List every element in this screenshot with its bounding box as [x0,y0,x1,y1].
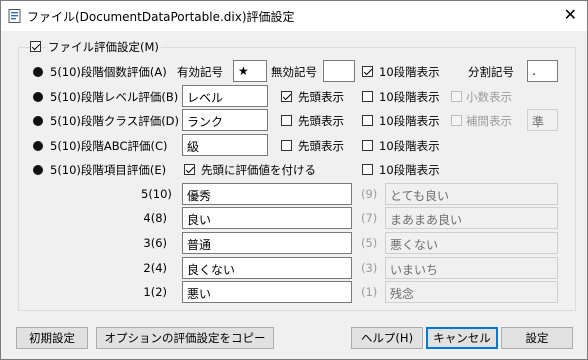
abc-name-input[interactable]: 級 [182,134,268,156]
item-value-input[interactable]: 良くない [182,257,352,279]
item-alt-level-label: (7) [361,211,378,225]
row-c-label: 5(10)段階ABC評価(C) [50,139,168,153]
item-value-input[interactable]: 普通 [182,232,352,254]
interpolation-display-label: 補間表示 [466,114,512,128]
item-alt-level-label: (9) [361,187,378,201]
item-level-label: 4(8) [143,211,167,225]
row-e-bullet [33,165,43,175]
file-rating-checkbox[interactable] [30,41,41,52]
row-b-label: 5(10)段階レベル評価(B) [50,90,179,104]
item-value-input[interactable]: 良い [182,207,352,229]
item-alt-value-input[interactable]: いまいち [385,257,558,279]
row-d-bullet [33,116,43,126]
row-b-bullet [33,92,43,102]
file-rating-label: ファイル評価設定(M) [46,39,161,55]
close-icon[interactable]: ✕ [564,5,577,24]
interpolation-symbol-input[interactable]: 準 [527,109,558,131]
row-e-label: 5(10)段階項目評価(E) [50,163,167,177]
row-b-ten-step-checkbox[interactable] [362,91,373,102]
item-alt-value-input[interactable]: 残念 [385,281,558,303]
row-b-prefix-checkbox[interactable] [281,91,292,102]
item-alt-level-label: (1) [361,285,378,299]
row-c-bullet [33,141,43,151]
row-e-ten-step-checkbox[interactable] [362,164,373,175]
item-alt-value-input[interactable]: まあまあ良い [385,207,558,229]
item-alt-value-input[interactable]: 悪くない [385,232,558,254]
row-a-label: 5(10)段階個数評価(A) [50,65,167,79]
help-button[interactable]: ヘルプ(H) [351,327,423,349]
item-alt-level-label: (3) [361,261,378,275]
row-a-bullet [33,67,43,77]
item-level-label: 5(10) [141,187,172,201]
cancel-button[interactable]: キャンセル [426,327,498,349]
valid-symbol-input[interactable]: ★ [233,60,267,82]
reset-button[interactable]: 初期設定 [16,327,88,349]
class-name-input[interactable]: ランク [182,109,268,131]
row-b-prefix-label: 先頭表示 [298,90,344,104]
row-e-prefix-checkbox[interactable] [184,164,195,175]
row-d-ten-step-checkbox[interactable] [362,115,373,126]
item-alt-value-input[interactable]: とても良い [385,183,558,205]
row-b-ten-step-label: 10段階表示 [379,90,440,104]
row-d-prefix-label: 先頭表示 [298,114,344,128]
item-value-input[interactable]: 悪い [182,281,352,303]
item-value-input[interactable]: 優秀 [182,183,352,205]
invalid-symbol-label: 無効記号 [271,65,317,79]
ok-button[interactable]: 設定 [501,327,573,349]
row-d-ten-step-label: 10段階表示 [379,114,440,128]
item-alt-level-label: (5) [361,236,378,250]
split-symbol-input[interactable]: . [527,60,558,82]
level-name-input[interactable]: レベル [182,85,268,107]
invalid-symbol-input[interactable] [323,60,355,82]
decimal-display-checkbox[interactable] [451,91,462,102]
item-level-label: 3(6) [143,236,167,250]
row-d-prefix-checkbox[interactable] [281,115,292,126]
decimal-display-label: 小数表示 [466,90,512,104]
row-c-ten-step-label: 10段階表示 [379,139,440,153]
row-c-prefix-checkbox[interactable] [281,140,292,151]
row-a-ten-step-label: 10段階表示 [379,65,440,79]
row-e-prefix-label: 先頭に評価値を付ける [201,163,316,177]
item-level-label: 2(4) [143,261,167,275]
item-level-label: 1(2) [143,285,167,299]
row-c-ten-step-checkbox[interactable] [362,140,373,151]
row-a-ten-step-checkbox[interactable] [362,66,373,77]
dialog-window: ファイル(DocumentDataPortable.dix)評価設定 ✕ ファイ… [0,0,588,360]
copy-option-settings-button[interactable]: オプションの評価設定をコピー [96,327,274,349]
app-icon [8,9,21,23]
interpolation-display-checkbox[interactable] [451,115,462,126]
title-bar: ファイル(DocumentDataPortable.dix)評価設定 ✕ [1,1,587,31]
split-symbol-label: 分割記号 [468,65,514,79]
valid-symbol-label: 有効記号 [177,65,223,79]
window-title: ファイル(DocumentDataPortable.dix)評価設定 [27,10,295,24]
row-d-label: 5(10)段階クラス評価(D) [50,114,180,128]
row-e-ten-step-label: 10段階表示 [379,163,440,177]
row-c-prefix-label: 先頭表示 [298,139,344,153]
